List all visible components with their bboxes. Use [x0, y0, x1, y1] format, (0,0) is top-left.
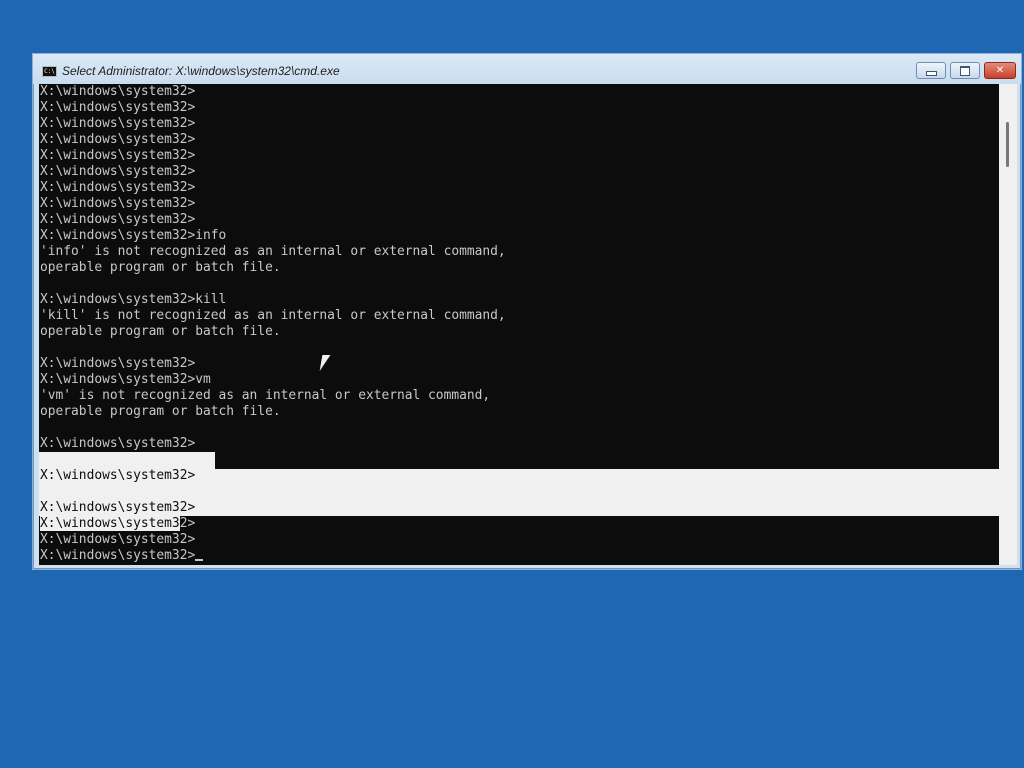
console-line: X:\windows\system32>: [40, 196, 196, 211]
console-line: operable program or batch file.: [40, 404, 281, 419]
console-line: X:\windows\system32>: [40, 132, 196, 147]
console-line: operable program or batch file.: [40, 324, 281, 339]
console-line: X:\windows\system32>: [40, 180, 196, 195]
console-line: X:\windows\system32>: [40, 436, 196, 451]
text-cursor-icon: [195, 559, 204, 561]
active-prompt: X:\windows\system32>: [40, 548, 196, 563]
console-line: X:\windows\system32>: [40, 116, 196, 131]
command-prompt-window[interactable]: C:\ Select Administrator: X:\windows\sys…: [32, 53, 1022, 570]
scrollbar-thumb[interactable]: [1006, 122, 1009, 167]
close-icon: ✕: [995, 65, 1005, 76]
maximize-icon: [960, 65, 970, 76]
selected-console-line: [39, 452, 999, 468]
title-bar[interactable]: C:\ Select Administrator: X:\windows\sys…: [33, 54, 1021, 84]
minimize-icon: [925, 71, 937, 76]
active-prompt-line[interactable]: X:\windows\system32>: [39, 548, 999, 564]
console-frame: X:\windows\system32> X:\windows\system32…: [39, 84, 1017, 565]
window-title: Select Administrator: X:\windows\system3…: [62, 64, 340, 78]
unselected-text-suffix: 2>: [179, 516, 196, 531]
console-line: X:\windows\system32>: [40, 148, 196, 163]
mouse-pointer-icon: [319, 355, 339, 371]
console-line: X:\windows\system32>: [40, 212, 196, 227]
maximize-button[interactable]: [950, 62, 980, 79]
selected-text-prefix: X:\windows\system3: [40, 516, 180, 531]
console-line: X:\windows\system32>vm: [40, 372, 211, 387]
close-button[interactable]: ✕: [984, 62, 1016, 79]
desktop: C:\ Select Administrator: X:\windows\sys…: [0, 0, 1024, 768]
partially-selected-console-line: X:\windows\system32>: [39, 516, 999, 532]
console-line: X:\windows\system32>: [40, 100, 196, 115]
window-controls: ✕: [916, 62, 1016, 81]
console-line: 'kill' is not recognized as an internal …: [40, 308, 506, 323]
selected-console-line: [39, 484, 999, 500]
console-line: 'info' is not recognized as an internal …: [40, 244, 506, 259]
console-line: X:\windows\system32>: [40, 356, 196, 371]
minimize-button[interactable]: [916, 62, 946, 79]
console-output[interactable]: X:\windows\system32> X:\windows\system32…: [39, 84, 999, 565]
console-line: X:\windows\system32>: [40, 532, 196, 547]
command-prompt-icon: C:\: [42, 66, 57, 77]
console-line: X:\windows\system32>kill: [40, 292, 227, 307]
console-line: X:\windows\system32>info: [40, 228, 227, 243]
selected-console-line: X:\windows\system32>: [40, 468, 196, 483]
console-line: X:\windows\system32>: [40, 164, 196, 179]
console-line: X:\windows\system32>: [40, 84, 196, 99]
selected-console-line: X:\windows\system32>: [40, 500, 196, 515]
vertical-scrollbar[interactable]: [999, 84, 1017, 565]
console-line: operable program or batch file.: [40, 260, 281, 275]
console-line: 'vm' is not recognized as an internal or…: [40, 388, 491, 403]
